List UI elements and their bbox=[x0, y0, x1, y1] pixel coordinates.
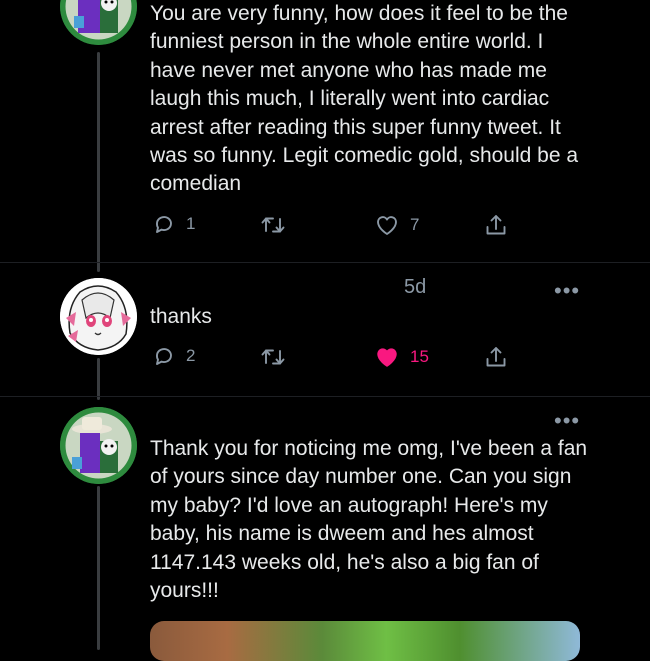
avatar-anime-girl[interactable] bbox=[60, 278, 137, 355]
tweet-3-text: Thank you for noticing me omg, I've been… bbox=[150, 437, 588, 603]
like-button-2[interactable]: 15 bbox=[374, 345, 429, 369]
like-count-2: 15 bbox=[410, 347, 429, 366]
reply-icon bbox=[156, 348, 172, 365]
share-icon bbox=[486, 215, 506, 235]
divider-2 bbox=[0, 396, 650, 397]
more-icon: ••• bbox=[554, 278, 581, 303]
tweet-2-timestamp[interactable]: 5d bbox=[404, 276, 426, 299]
reply-button-2[interactable]: 2 bbox=[152, 344, 195, 368]
tweet-2-text: thanks bbox=[150, 305, 212, 328]
retweet-button-2[interactable] bbox=[260, 346, 286, 368]
tweet-3-media-image[interactable] bbox=[150, 621, 580, 661]
share-button-1[interactable] bbox=[484, 212, 508, 238]
more-button-2[interactable]: ••• bbox=[554, 280, 580, 302]
reply-count-1: 1 bbox=[186, 214, 196, 233]
retweet-button-1[interactable] bbox=[260, 214, 286, 236]
thread-line-top bbox=[97, 52, 100, 272]
share-button-2[interactable] bbox=[484, 344, 508, 370]
anime-girl-avatar bbox=[60, 278, 137, 355]
tweet-1-text: You are very funny, how does it feel to … bbox=[150, 2, 579, 196]
more-button-3[interactable]: ••• bbox=[554, 410, 580, 432]
thread-line-middle bbox=[97, 358, 100, 400]
like-button-1[interactable]: 7 bbox=[374, 213, 419, 237]
retweet-icon bbox=[261, 349, 285, 365]
avatar-cowboy-character[interactable] bbox=[60, 407, 137, 484]
retweet-icon bbox=[261, 217, 285, 233]
reply-icon bbox=[156, 216, 172, 233]
thread-line-bottom bbox=[97, 486, 100, 650]
reply-count-2: 2 bbox=[186, 346, 196, 365]
reply-button-1[interactable]: 1 bbox=[152, 212, 195, 236]
divider-1 bbox=[0, 262, 650, 263]
heart-filled-icon bbox=[377, 348, 397, 367]
like-count-1: 7 bbox=[410, 215, 420, 234]
purple-character-avatar bbox=[60, 0, 137, 45]
heart-icon bbox=[377, 216, 397, 235]
avatar-purple-character[interactable] bbox=[60, 0, 137, 45]
share-icon bbox=[486, 347, 506, 367]
cowboy-character-avatar bbox=[60, 407, 137, 484]
more-icon: ••• bbox=[554, 408, 581, 433]
